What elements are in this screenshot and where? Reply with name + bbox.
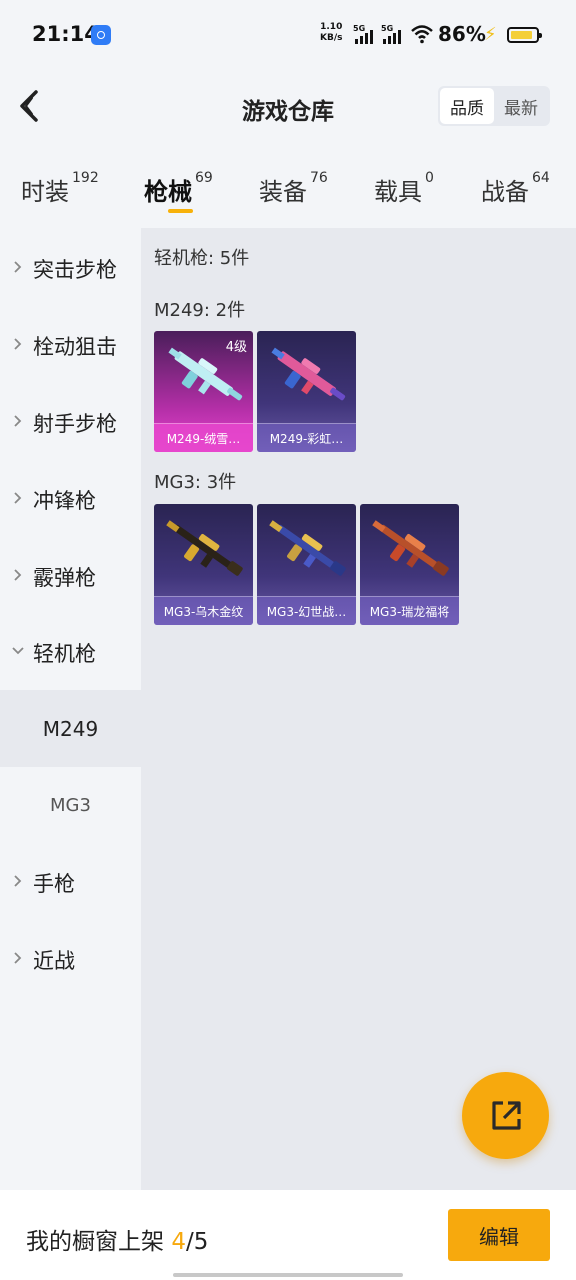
item-name: MG3-乌木金纹 [154, 596, 253, 625]
item-name: MG3-瑞龙福将 [360, 596, 459, 625]
chevron-right-icon [14, 415, 22, 427]
share-button[interactable] [462, 1072, 549, 1159]
chevron-right-icon [14, 952, 22, 964]
sidebar-item-melee[interactable]: 近战 [0, 921, 141, 998]
item-card[interactable]: MG3-瑞龙福将 [360, 504, 459, 625]
shelf-total: /5 [185, 1229, 209, 1255]
battery-percent: 86% [438, 22, 486, 46]
chevron-down-icon [12, 647, 24, 655]
item-card[interactable]: MG3-幻世战… [257, 504, 356, 625]
lmg-skin-icon [269, 520, 346, 576]
shelf-count: 4 [171, 1229, 186, 1255]
status-bar: 21:14 1.10 KB/s 5G 5G 86% ⚡ [0, 0, 576, 64]
sidebar: 突击步枪 栓动狙击 射手步枪 冲锋枪 霰弹枪 轻机枪 M249 MG3 手枪 近… [0, 228, 141, 1190]
sidebar-item-marksman-rifle[interactable]: 射手步枪 [0, 384, 141, 461]
item-name: MG3-幻世战… [257, 596, 356, 625]
back-button[interactable] [14, 84, 50, 128]
sidebar-item-lmg[interactable]: 轻机枪 [0, 614, 141, 691]
content-panel: 轻机枪: 5件 M249: 2件 4级 M249-绒雪… M249-彩虹… MG… [141, 228, 576, 1190]
share-external-icon [491, 1100, 521, 1130]
tab-supplies[interactable]: 战备 64 [481, 170, 550, 207]
tab-equipment[interactable]: 装备 76 [259, 170, 328, 207]
sidebar-subitem-mg3[interactable]: MG3 [0, 767, 141, 844]
sort-option-quality[interactable]: 品质 [440, 88, 494, 124]
signal-icon: 5G [353, 24, 379, 44]
shelf-status: 我的橱窗上架 4/5 [26, 1229, 209, 1255]
header: 游戏仓库 品质 最新 [0, 64, 576, 148]
item-card[interactable]: MG3-乌木金纹 [154, 504, 253, 625]
chevron-right-icon [14, 261, 22, 273]
battery-icon [507, 27, 542, 43]
sidebar-item-bolt-sniper[interactable]: 栓动狙击 [0, 307, 141, 384]
hotspot-icon [91, 25, 111, 45]
sort-toggle: 品质 最新 [438, 86, 550, 126]
group-title: M249: 2件 [154, 300, 246, 321]
lmg-skin-icon [271, 347, 346, 401]
sidebar-subitem-m249[interactable]: M249 [0, 690, 141, 767]
sidebar-item-shotgun[interactable]: 霰弹枪 [0, 538, 141, 615]
item-name: M249-彩虹… [257, 423, 356, 452]
item-card[interactable]: M249-彩虹… [257, 331, 356, 452]
tab-vehicles[interactable]: 载具 0 [374, 170, 434, 207]
sidebar-item-pistol[interactable]: 手枪 [0, 844, 141, 921]
home-indicator[interactable] [173, 1273, 403, 1277]
signal-icon: 5G [381, 24, 407, 44]
category-tabs: 时装 192 枪械 69 装备 76 载具 0 战备 64 [0, 148, 576, 228]
status-time: 21:14 [32, 22, 99, 46]
chevron-right-icon [14, 569, 22, 581]
item-card[interactable]: 4级 M249-绒雪… [154, 331, 253, 452]
charging-icon: ⚡ [484, 24, 497, 45]
wifi-icon [411, 25, 433, 44]
category-summary: 轻机枪: 5件 [154, 248, 250, 269]
item-level: 4级 [225, 340, 247, 355]
chevron-right-icon [14, 492, 22, 504]
sidebar-item-smg[interactable]: 冲锋枪 [0, 461, 141, 538]
tab-fashion[interactable]: 时装 192 [21, 170, 99, 207]
sidebar-item-assault-rifle[interactable]: 突击步枪 [0, 230, 141, 307]
active-tab-indicator [168, 209, 193, 213]
network-speed: 1.10 KB/s [320, 22, 343, 43]
lmg-skin-icon [166, 520, 243, 576]
chevron-right-icon [14, 338, 22, 350]
chevron-right-icon [14, 875, 22, 887]
group-title: MG3: 3件 [154, 472, 237, 493]
sort-option-latest[interactable]: 最新 [494, 88, 548, 124]
edit-button[interactable]: 编辑 [448, 1209, 550, 1261]
bottom-bar: 我的橱窗上架 4/5 编辑 [0, 1190, 576, 1280]
tab-guns[interactable]: 枪械 69 [144, 170, 213, 207]
lmg-skin-icon [372, 520, 449, 576]
item-name: M249-绒雪… [154, 423, 253, 452]
